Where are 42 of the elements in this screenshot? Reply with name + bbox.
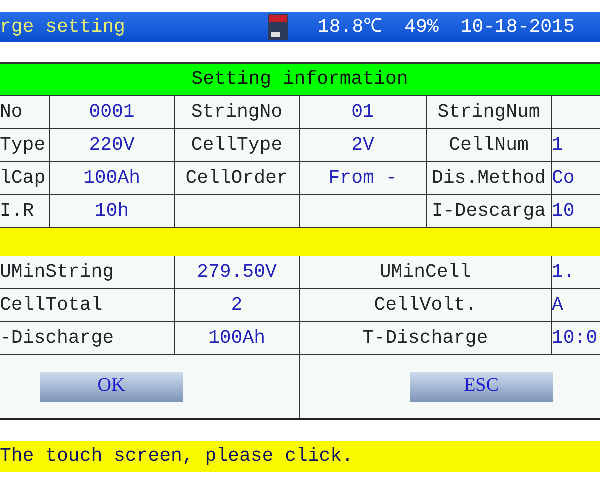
label-cell: I-Descarga xyxy=(427,195,552,228)
value-cell: 100Ah xyxy=(175,322,300,355)
value-cell: From - xyxy=(300,162,427,195)
value-cell: 1. xyxy=(552,256,600,289)
label-cell: UMinCell xyxy=(300,256,552,289)
label-cell: CellTotal xyxy=(0,289,175,322)
status-message: The touch screen, please click. xyxy=(0,444,354,470)
label-cell: Dis.Method xyxy=(427,162,552,195)
value-cell: 2V xyxy=(300,129,427,162)
value-cell: 100Ah xyxy=(50,162,175,195)
cancel-button[interactable]: ESC xyxy=(410,372,553,402)
label-cell: CellType xyxy=(175,129,300,162)
value-cell: 1 xyxy=(552,129,600,162)
label-cell: StringNo xyxy=(175,96,300,129)
value-cell: 10:0 xyxy=(552,322,600,355)
label-cell: CellVolt. xyxy=(300,289,552,322)
date: 10-18-2015 xyxy=(460,14,575,40)
value-cell: 10h xyxy=(50,195,175,228)
label-cell: T-Discharge xyxy=(300,322,552,355)
label-cell: Type xyxy=(0,129,50,162)
value-cell: 279.50V xyxy=(175,256,300,289)
value-cell: 01 xyxy=(300,96,427,129)
humidity: 49% xyxy=(404,14,439,40)
ok-button[interactable]: OK xyxy=(40,372,183,402)
label-cell: No xyxy=(0,96,50,129)
label-cell: StringNum xyxy=(427,96,552,129)
label-cell: CellOrder xyxy=(175,162,300,195)
value-cell: 10 xyxy=(552,195,600,228)
value-cell: 2 xyxy=(175,289,300,322)
temperature: 18.8℃ xyxy=(318,14,383,40)
label-cell: UMinString xyxy=(0,256,175,289)
value-cell: Co xyxy=(552,162,600,195)
section-title: Setting information xyxy=(192,67,408,92)
value-cell: A xyxy=(552,289,600,322)
label-cell: I.R xyxy=(0,195,50,228)
screen-title: rge setting xyxy=(0,14,126,40)
label-cell: CellNum xyxy=(427,129,552,162)
value-cell: 220V xyxy=(50,129,175,162)
label-cell: lCap xyxy=(0,162,50,195)
label-cell: -Discharge xyxy=(0,322,175,355)
value-cell: 0001 xyxy=(50,96,175,129)
sd-card-icon xyxy=(268,14,288,40)
